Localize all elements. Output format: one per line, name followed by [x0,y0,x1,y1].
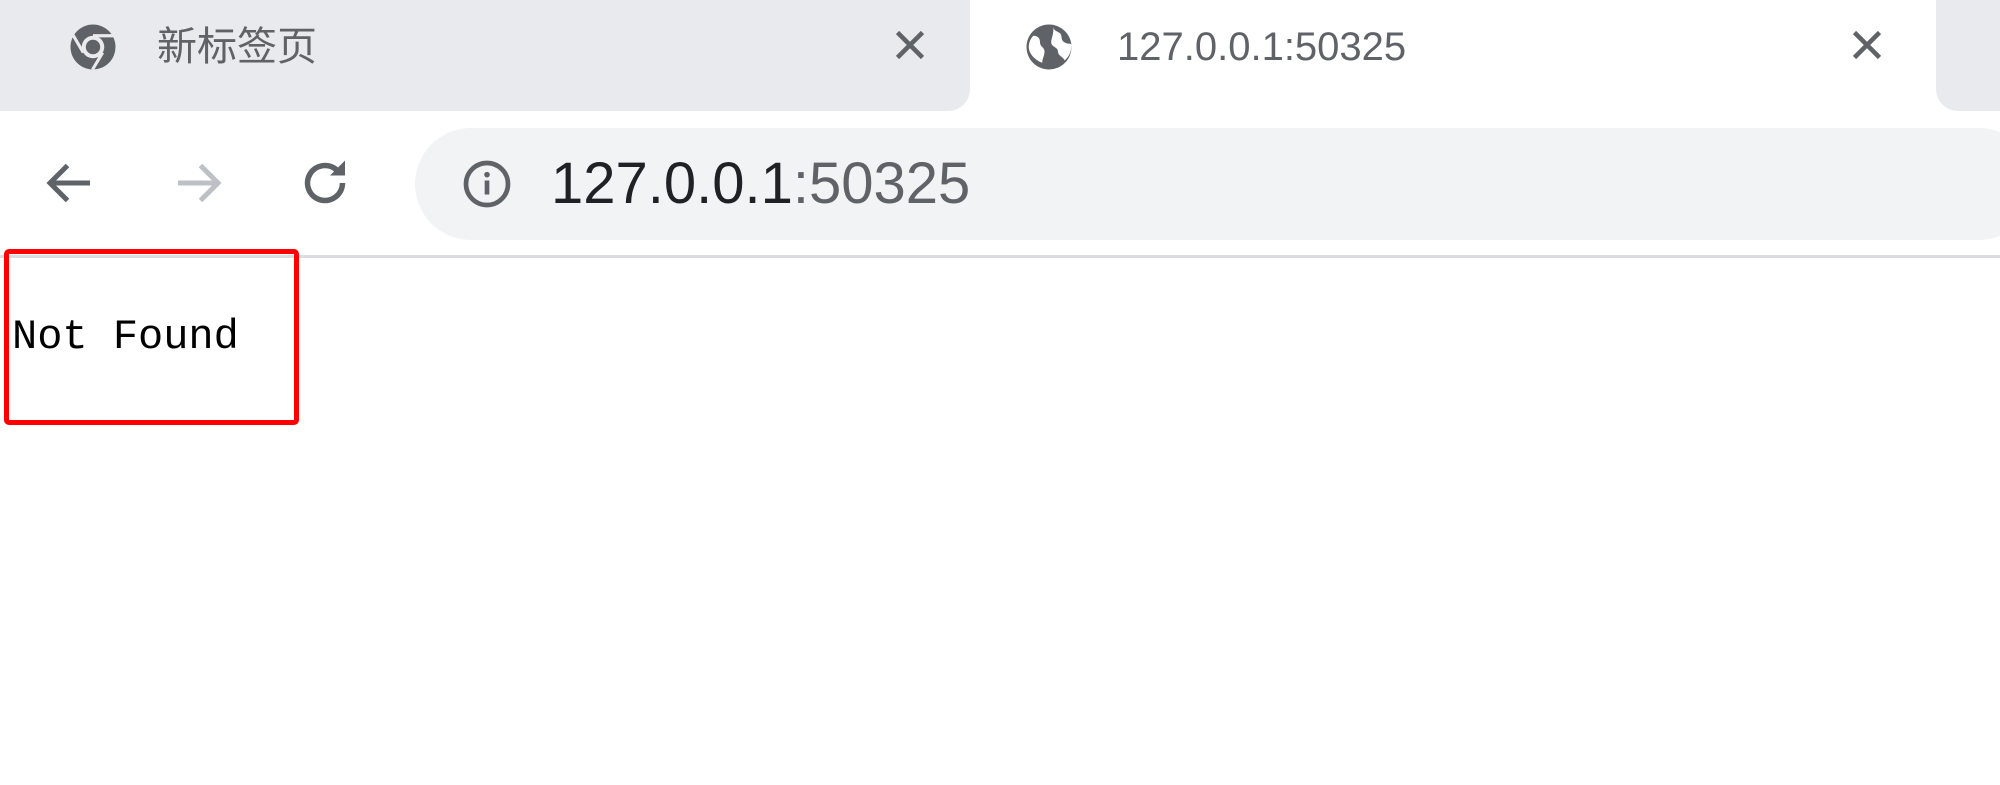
new-tab-button[interactable] [1936,0,2000,111]
close-tab-icon[interactable] [1842,20,1892,70]
url-text[interactable]: 127.0.0.1:50325 [551,150,970,218]
not-found-message: Not Found [12,313,239,361]
tab-new-tab[interactable]: 新标签页 [0,0,970,111]
url-port: :50325 [792,151,971,216]
tab-active[interactable]: 127.0.0.1:50325 [970,0,1932,111]
toolbar: 127.0.0.1:50325 [0,111,2000,258]
reload-icon[interactable] [295,153,355,213]
address-bar[interactable]: 127.0.0.1:50325 [415,128,2000,240]
tab-strip: 新标签页 127.0.0.1:50325 [0,0,2000,111]
close-tab-icon[interactable] [885,20,935,70]
url-host: 127.0.0.1 [551,151,793,216]
info-icon[interactable] [459,156,515,212]
tab-title: 127.0.0.1:50325 [1117,25,1407,69]
back-icon[interactable] [40,153,100,213]
chrome-icon [70,24,116,71]
forward-icon[interactable] [168,153,228,213]
tab-title: 新标签页 [157,25,317,69]
globe-icon [1026,24,1072,70]
